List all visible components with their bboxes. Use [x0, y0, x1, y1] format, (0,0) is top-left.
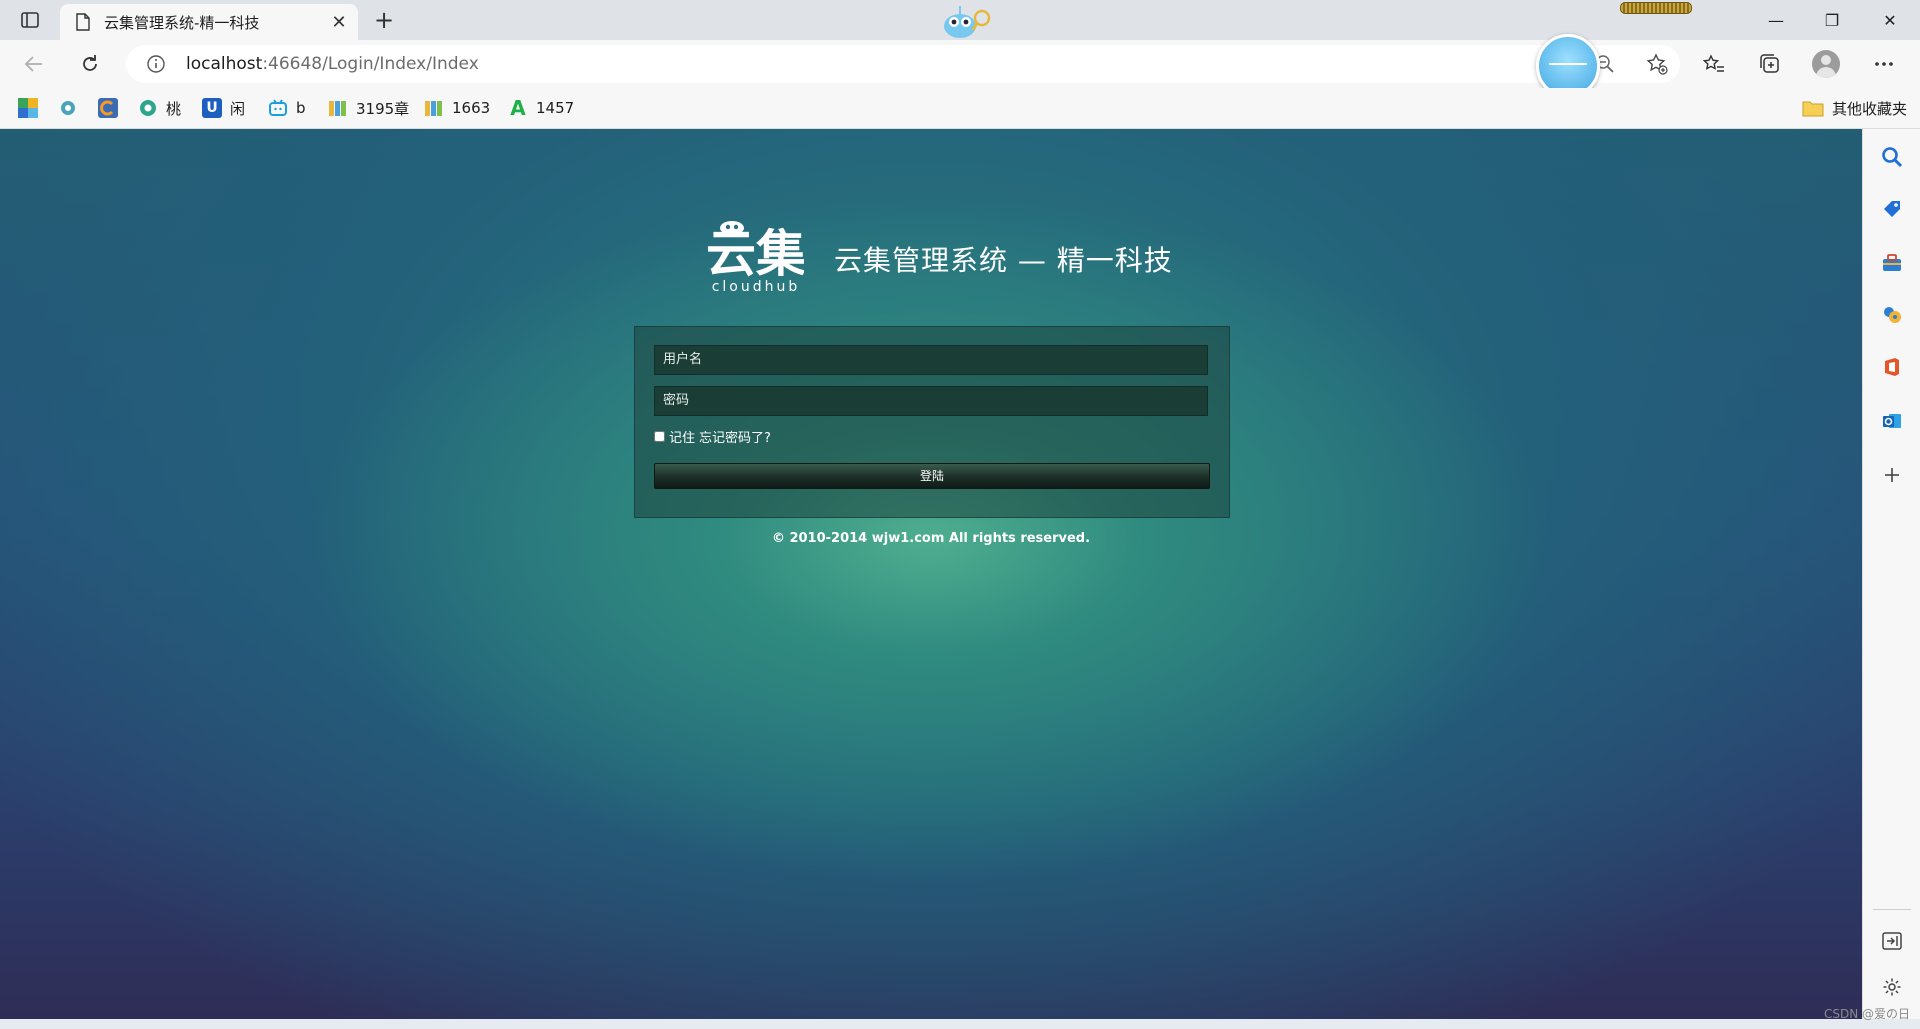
- tab-strip: 云集管理系统-精一科技 ✕ + — ❐ ✕: [0, 0, 1920, 40]
- page-title: 云集管理系统 — 精一科技: [834, 244, 1173, 277]
- reload-icon: [83, 55, 97, 71]
- favorite-label: 1663: [452, 99, 491, 117]
- watermark-text: CSDN @爱の日: [1823, 1007, 1910, 1021]
- favorite-label: b: [296, 99, 306, 117]
- favorite-item[interactable]: 1663: [424, 96, 490, 120]
- other-favorites-label: 其他收藏夹: [1832, 99, 1908, 118]
- favorites-list-icon: [1703, 54, 1724, 72]
- star-add-icon: [1646, 53, 1668, 75]
- games-icon: [1884, 307, 1901, 323]
- favorite-item[interactable]: [98, 96, 118, 120]
- sidebar-add-button[interactable]: [1876, 459, 1908, 491]
- tab-actions-button[interactable]: [14, 8, 46, 32]
- sidebar-search-button[interactable]: [1876, 141, 1908, 173]
- copyright-text: © 2010-2014 wjw1.com All rights reserved…: [771, 531, 1091, 546]
- back-button[interactable]: [16, 48, 52, 80]
- window-bottom-edge: [0, 1019, 1920, 1029]
- sidebar-hide-button[interactable]: [1876, 925, 1908, 957]
- peach-site-icon: [138, 98, 158, 118]
- tab-actions-icon: [21, 12, 39, 28]
- favorite-item[interactable]: 桃: [138, 96, 181, 120]
- hide-sidebar-icon: [1882, 932, 1902, 950]
- remember-label: 记住: [669, 431, 696, 446]
- remember-row: 记住 忘记密码了?: [654, 427, 771, 446]
- gear-icon: [1883, 978, 1901, 996]
- favorite-item[interactable]: [58, 96, 78, 120]
- remember-checkbox[interactable]: [654, 431, 665, 442]
- toolbox-icon: [1883, 254, 1901, 271]
- collections-button[interactable]: [1752, 48, 1788, 80]
- page-viewport: 云集 cloudhub 云集管理系统 — 精一科技 记住 忘记密码了? 登陆 ©…: [0, 129, 1862, 1019]
- a-icon: A: [510, 96, 526, 120]
- office-icon: [1885, 358, 1899, 376]
- sidebar-outlook-button[interactable]: [1876, 405, 1908, 437]
- favorite-label: 闲: [230, 99, 246, 118]
- password-input[interactable]: [654, 386, 1208, 416]
- back-arrow-icon: [24, 56, 42, 72]
- avatar: [1812, 50, 1840, 78]
- url-host: localhost: [186, 54, 263, 74]
- other-favorites-folder[interactable]: 其他收藏夹: [1802, 96, 1907, 120]
- site-info-icon[interactable]: [146, 54, 166, 74]
- logo-text: 云集: [706, 225, 804, 281]
- url-path: :46648/Login/Index/Index: [262, 54, 479, 74]
- sidebar-separator: [1873, 909, 1911, 910]
- sidebar-settings-button[interactable]: [1876, 971, 1908, 1003]
- collections-icon: [1760, 54, 1779, 73]
- new-tab-button[interactable]: +: [368, 6, 400, 34]
- favorite-item[interactable]: A 1457: [508, 96, 574, 120]
- search-icon: [1882, 147, 1903, 168]
- download-progress-indicator: [1620, 2, 1692, 14]
- login-button[interactable]: 登陆: [654, 463, 1210, 489]
- logo-mark: 云集: [706, 221, 804, 281]
- book-icon: [328, 98, 348, 118]
- sidebar-games-button[interactable]: [1876, 299, 1908, 331]
- shopping-tag-icon: [1884, 201, 1900, 217]
- sidebar-office-button[interactable]: [1876, 351, 1908, 383]
- mascot-icon: [938, 4, 998, 40]
- gear-flower-icon: [58, 98, 78, 118]
- profile-button[interactable]: [1808, 48, 1844, 80]
- username-input[interactable]: [654, 345, 1208, 375]
- outlook-icon: [1883, 414, 1901, 428]
- favorite-label: 3195章: [356, 99, 410, 118]
- header: 云集 cloudhub 云集管理系统 — 精一科技: [706, 219, 1173, 299]
- login-panel: 记住 忘记密码了? 登陆: [634, 326, 1230, 518]
- minimize-button[interactable]: —: [1748, 0, 1804, 40]
- favorite-label: 1457: [536, 99, 575, 117]
- book-icon: [424, 98, 444, 118]
- favorite-item[interactable]: 3195章: [328, 96, 409, 120]
- restore-button[interactable]: ❐: [1804, 0, 1860, 40]
- u-icon: U: [202, 98, 222, 118]
- favorite-item[interactable]: b: [268, 96, 306, 120]
- bilibili-icon: [268, 98, 288, 118]
- page-icon: [74, 13, 92, 31]
- edge-sidebar: [1862, 129, 1920, 1019]
- plus-icon: [1885, 468, 1899, 482]
- browser-tab-active[interactable]: 云集管理系统-精一科技 ✕: [60, 4, 358, 40]
- address-bar[interactable]: localhost:46648/Login/Index/Index: [126, 45, 1680, 83]
- more-options-button[interactable]: [1866, 48, 1902, 80]
- favorite-item[interactable]: [18, 96, 38, 120]
- close-tab-icon[interactable]: ✕: [326, 9, 352, 35]
- favorite-item[interactable]: U 闲: [202, 96, 245, 120]
- add-favorite-button[interactable]: [1642, 53, 1672, 75]
- sidebar-shopping-button[interactable]: [1876, 193, 1908, 225]
- favorite-label: 桃: [166, 99, 182, 118]
- tiles-icon: [18, 98, 38, 118]
- favorites-bar: 桃 U 闲 b 3195章 1663 A 1457 其他收藏夹: [0, 88, 1920, 129]
- ellipsis-icon: [1875, 62, 1893, 66]
- favorites-button[interactable]: [1696, 48, 1732, 80]
- close-window-button[interactable]: ✕: [1862, 0, 1918, 40]
- browser-toolbar: localhost:46648/Login/Index/Index: [0, 40, 1920, 88]
- reload-button[interactable]: [72, 48, 108, 80]
- url-text[interactable]: localhost:46648/Login/Index/Index: [186, 54, 479, 74]
- sidebar-tools-button[interactable]: [1876, 247, 1908, 279]
- orange-c-icon: [98, 98, 118, 118]
- tab-title: 云集管理系统-精一科技: [104, 13, 260, 32]
- logo-subtitle: cloudhub: [711, 279, 801, 295]
- forgot-password-link[interactable]: 忘记密码了?: [699, 427, 771, 446]
- folder-icon: [1802, 101, 1824, 117]
- cloudhub-logo: 云集 cloudhub: [706, 219, 804, 299]
